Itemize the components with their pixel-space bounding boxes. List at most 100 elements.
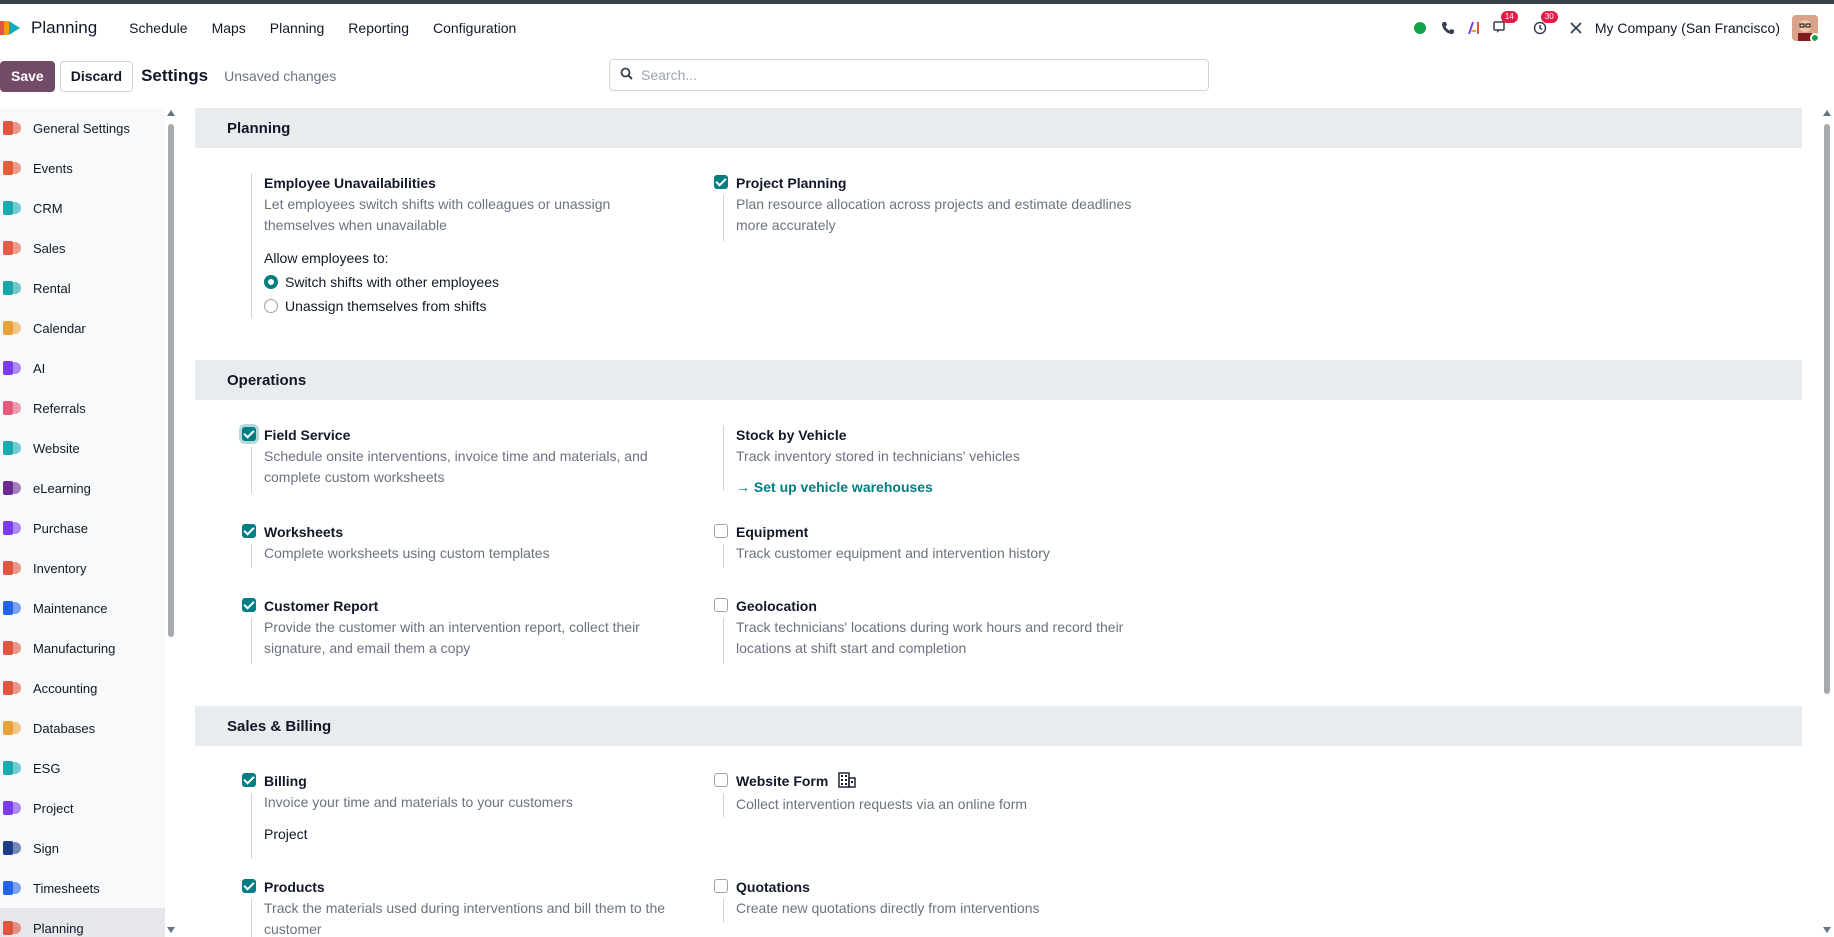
referrals-icon (2, 398, 22, 418)
scroll-up-arrow-icon[interactable] (167, 110, 175, 116)
sidebar-item-website[interactable]: Website (0, 428, 165, 468)
products-checkbox[interactable] (242, 879, 256, 893)
website-form-title: Website Form (736, 773, 829, 789)
setting-quotations: Quotations Create new quotations directl… (714, 877, 1206, 923)
project-planning-checkbox[interactable] (714, 175, 728, 189)
menu-planning[interactable]: Planning (258, 20, 337, 36)
sidebar-item-esg[interactable]: ESG (0, 748, 165, 788)
setting-description: Plan resource allocation across projects… (736, 196, 1132, 233)
setting-divider (723, 195, 724, 241)
setting-website-form: Website Form Collect intervention reques… (714, 771, 1206, 817)
setting-divider (251, 899, 252, 937)
setting-geolocation: Geolocation Track technicians' locations… (714, 596, 1206, 664)
rental-icon (2, 278, 22, 298)
content-scrollbar[interactable] (1820, 108, 1834, 937)
sidebar-item-label: Purchase (33, 520, 88, 536)
sidebar-item-rental[interactable]: Rental (0, 268, 165, 308)
menu-configuration[interactable]: Configuration (421, 20, 528, 36)
activity-clock-icon[interactable]: 30 (1533, 10, 1558, 35)
company-switcher[interactable]: My Company (San Francisco) (1595, 20, 1780, 36)
user-avatar[interactable] (1792, 14, 1818, 41)
setting-title: Employee Unavailabilities (264, 175, 436, 191)
field-service-checkbox[interactable] (242, 427, 256, 441)
worksheets-checkbox[interactable] (242, 524, 256, 538)
sidebar-item-planning[interactable]: Planning (0, 908, 165, 937)
equipment-checkbox[interactable] (714, 524, 728, 538)
sidebar-scrollbar[interactable] (166, 108, 176, 937)
sidebar-item-calendar[interactable]: Calendar (0, 308, 165, 348)
website-form-checkbox[interactable] (714, 773, 728, 787)
setting-divider (723, 899, 724, 923)
search-bar[interactable] (609, 59, 1209, 91)
setting-description: Complete worksheets using custom templat… (264, 545, 550, 561)
sidebar-item-timesheets[interactable]: Timesheets (0, 868, 165, 908)
setting-worksheets: Worksheets Complete worksheets using cus… (242, 522, 734, 568)
sidebar-item-manufacturing[interactable]: Manufacturing (0, 628, 165, 668)
phone-icon[interactable] (1441, 21, 1455, 35)
sidebar-item-project[interactable]: Project (0, 788, 165, 828)
setup-vehicle-warehouses-link[interactable]: → Set up vehicle warehouses (736, 479, 1206, 495)
geolocation-checkbox[interactable] (714, 598, 728, 612)
menu-reporting[interactable]: Reporting (336, 20, 421, 36)
purchase-icon (2, 518, 22, 538)
radio-switch-shifts[interactable]: Switch shifts with other employees (264, 274, 734, 290)
setting-divider (723, 618, 724, 664)
sidebar-item-crm[interactable]: CRM (0, 188, 165, 228)
scroll-down-arrow-icon[interactable] (1823, 927, 1831, 933)
radio-button-selected[interactable] (264, 275, 278, 289)
main-navbar: Planning Schedule Maps Planning Reportin… (0, 4, 1834, 51)
radio-unassign-shifts[interactable]: Unassign themselves from shifts (264, 298, 734, 314)
sidebar-scroll-thumb[interactable] (168, 124, 174, 637)
menu-maps[interactable]: Maps (200, 20, 258, 36)
inventory-icon (2, 558, 22, 578)
radio-label[interactable]: Switch shifts with other employees (285, 274, 499, 290)
sidebar-item-ai[interactable]: AI (0, 348, 165, 388)
app-name[interactable]: Planning (31, 18, 97, 38)
setting-title: Customer Report (264, 598, 379, 614)
discard-button[interactable]: Discard (59, 60, 134, 92)
customer-report-checkbox[interactable] (242, 598, 256, 612)
sidebar-item-maintenance[interactable]: Maintenance (0, 588, 165, 628)
content-scroll-thumb[interactable] (1824, 124, 1830, 694)
scroll-up-arrow-icon[interactable] (1823, 110, 1831, 116)
sidebar-item-accounting[interactable]: Accounting (0, 668, 165, 708)
setting-products: Products Track the materials used during… (242, 877, 734, 937)
setting-title: Project Planning (736, 175, 847, 191)
sidebar-item-sign[interactable]: Sign (0, 828, 165, 868)
setting-divider (251, 793, 252, 859)
quotations-checkbox[interactable] (714, 879, 728, 893)
billing-settings: Billing Invoice your time and materials … (195, 746, 1802, 937)
website-icon (2, 438, 22, 458)
sidebar-item-label: Accounting (33, 680, 98, 696)
radio-label[interactable]: Unassign themselves from shifts (285, 298, 487, 314)
sidebar-item-inventory[interactable]: Inventory (0, 548, 165, 588)
radio-button[interactable] (264, 299, 278, 313)
sidebar-item-events[interactable]: Events (0, 148, 165, 188)
ai-icon[interactable] (1467, 21, 1481, 35)
sidebar-item-label: General Settings (33, 120, 130, 136)
accounting-icon (2, 678, 22, 698)
discuss-icon[interactable]: 14 (1493, 10, 1518, 35)
discuss-badge: 14 (1500, 10, 1518, 23)
presence-icon[interactable] (1413, 21, 1427, 35)
setting-title: Field Service (264, 427, 351, 443)
tools-icon[interactable] (1569, 21, 1583, 35)
ai-icon (2, 358, 22, 378)
sidebar-item-elearning[interactable]: eLearning (0, 468, 165, 508)
scroll-down-arrow-icon[interactable] (167, 927, 175, 933)
setting-title: Geolocation (736, 598, 817, 614)
sidebar-item-purchase[interactable]: Purchase (0, 508, 165, 548)
menu-schedule[interactable]: Schedule (117, 20, 199, 36)
sidebar-item-sales[interactable]: Sales (0, 228, 165, 268)
sidebar-item-referrals[interactable]: Referrals (0, 388, 165, 428)
setting-divider (251, 173, 252, 318)
planning-app-icon[interactable] (0, 17, 22, 39)
setting-equipment: Equipment Track customer equipment and i… (714, 522, 1206, 568)
sidebar-item-databases[interactable]: Databases (0, 708, 165, 748)
save-button[interactable]: Save (0, 60, 55, 92)
billing-checkbox[interactable] (242, 773, 256, 787)
operations-settings: Field Service Schedule onsite interventi… (195, 400, 1802, 706)
sidebar-item-general-settings[interactable]: General Settings (0, 108, 165, 148)
search-input[interactable] (641, 67, 1181, 83)
setting-divider (723, 425, 724, 491)
